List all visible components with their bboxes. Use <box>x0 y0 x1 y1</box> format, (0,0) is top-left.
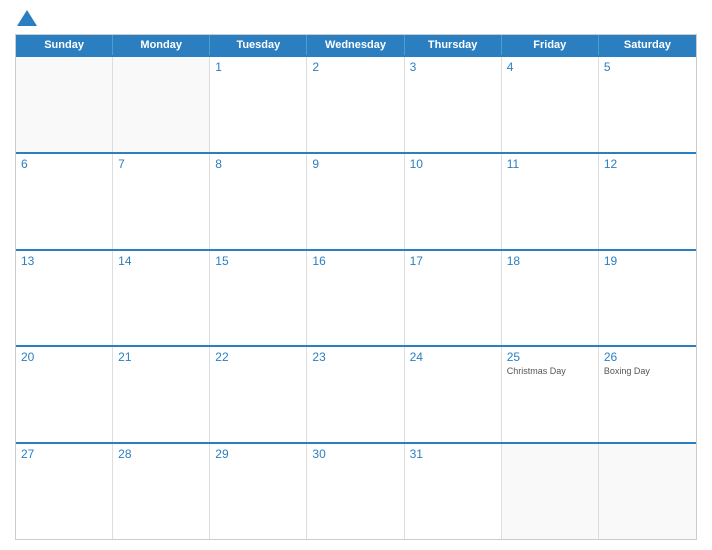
cal-cell: 3 <box>405 57 502 152</box>
day-number: 17 <box>410 254 496 268</box>
header-day-wednesday: Wednesday <box>307 35 404 55</box>
cal-cell: 8 <box>210 154 307 249</box>
cal-cell <box>502 444 599 539</box>
cal-cell: 2 <box>307 57 404 152</box>
calendar: SundayMondayTuesdayWednesdayThursdayFrid… <box>15 34 697 540</box>
header-day-monday: Monday <box>113 35 210 55</box>
day-number: 1 <box>215 60 301 74</box>
event-label: Christmas Day <box>507 366 593 378</box>
cal-cell <box>113 57 210 152</box>
header-day-sunday: Sunday <box>16 35 113 55</box>
cal-cell: 18 <box>502 251 599 346</box>
cal-cell: 14 <box>113 251 210 346</box>
page: SundayMondayTuesdayWednesdayThursdayFrid… <box>0 0 712 550</box>
cal-cell: 20 <box>16 347 113 442</box>
day-number: 20 <box>21 350 107 364</box>
week-row-5: 27 28 29 30 31 <box>16 442 696 539</box>
cal-cell: 12 <box>599 154 696 249</box>
day-number: 11 <box>507 157 593 171</box>
cal-cell: 19 <box>599 251 696 346</box>
event-label: Boxing Day <box>604 366 691 378</box>
cal-cell: 31 <box>405 444 502 539</box>
day-number: 22 <box>215 350 301 364</box>
header-day-thursday: Thursday <box>405 35 502 55</box>
calendar-body: 1234567891011121314151617181920212223242… <box>16 55 696 539</box>
day-number: 16 <box>312 254 398 268</box>
cal-cell <box>599 444 696 539</box>
cal-cell: 15 <box>210 251 307 346</box>
day-number: 7 <box>118 157 204 171</box>
week-row-2: 6789 10 11 12 <box>16 152 696 249</box>
header-day-friday: Friday <box>502 35 599 55</box>
cal-cell: 26 Boxing Day <box>599 347 696 442</box>
cal-cell: 30 <box>307 444 404 539</box>
day-number: 18 <box>507 254 593 268</box>
cal-cell: 9 <box>307 154 404 249</box>
day-number: 24 <box>410 350 496 364</box>
cal-cell: 5 <box>599 57 696 152</box>
cal-cell: 21 <box>113 347 210 442</box>
cal-cell: 7 <box>113 154 210 249</box>
week-row-3: 13 14 15 16 17 18 19 <box>16 249 696 346</box>
cal-cell: 16 <box>307 251 404 346</box>
cal-cell <box>16 57 113 152</box>
day-number: 30 <box>312 447 398 461</box>
day-number: 3 <box>410 60 496 74</box>
cal-cell: 27 <box>16 444 113 539</box>
cal-cell: 13 <box>16 251 113 346</box>
day-number: 5 <box>604 60 691 74</box>
day-number: 9 <box>312 157 398 171</box>
day-number: 23 <box>312 350 398 364</box>
day-number: 28 <box>118 447 204 461</box>
week-row-1: 12345 <box>16 55 696 152</box>
cal-cell: 6 <box>16 154 113 249</box>
cal-cell: 28 <box>113 444 210 539</box>
week-row-4: 20 21 22 23 24 25 Christmas Day 26 Boxing Day <box>16 345 696 442</box>
cal-cell: 29 <box>210 444 307 539</box>
logo-triangle-icon <box>17 10 37 26</box>
cal-cell: 11 <box>502 154 599 249</box>
calendar-header-row: SundayMondayTuesdayWednesdayThursdayFrid… <box>16 35 696 55</box>
day-number: 2 <box>312 60 398 74</box>
day-number: 27 <box>21 447 107 461</box>
day-number: 31 <box>410 447 496 461</box>
day-number: 14 <box>118 254 204 268</box>
header <box>15 10 697 26</box>
day-number: 6 <box>21 157 107 171</box>
day-number: 26 <box>604 350 691 364</box>
cal-cell: 4 <box>502 57 599 152</box>
day-number: 29 <box>215 447 301 461</box>
cal-cell: 10 <box>405 154 502 249</box>
cal-cell: 25 Christmas Day <box>502 347 599 442</box>
day-number: 8 <box>215 157 301 171</box>
cal-cell: 22 <box>210 347 307 442</box>
day-number: 25 <box>507 350 593 364</box>
cal-cell: 17 <box>405 251 502 346</box>
day-number: 15 <box>215 254 301 268</box>
cal-cell: 24 <box>405 347 502 442</box>
header-day-tuesday: Tuesday <box>210 35 307 55</box>
day-number: 21 <box>118 350 204 364</box>
header-day-saturday: Saturday <box>599 35 696 55</box>
day-number: 4 <box>507 60 593 74</box>
logo <box>15 10 39 26</box>
day-number: 13 <box>21 254 107 268</box>
day-number: 12 <box>604 157 691 171</box>
cal-cell: 1 <box>210 57 307 152</box>
day-number: 19 <box>604 254 691 268</box>
cal-cell: 23 <box>307 347 404 442</box>
day-number: 10 <box>410 157 496 171</box>
